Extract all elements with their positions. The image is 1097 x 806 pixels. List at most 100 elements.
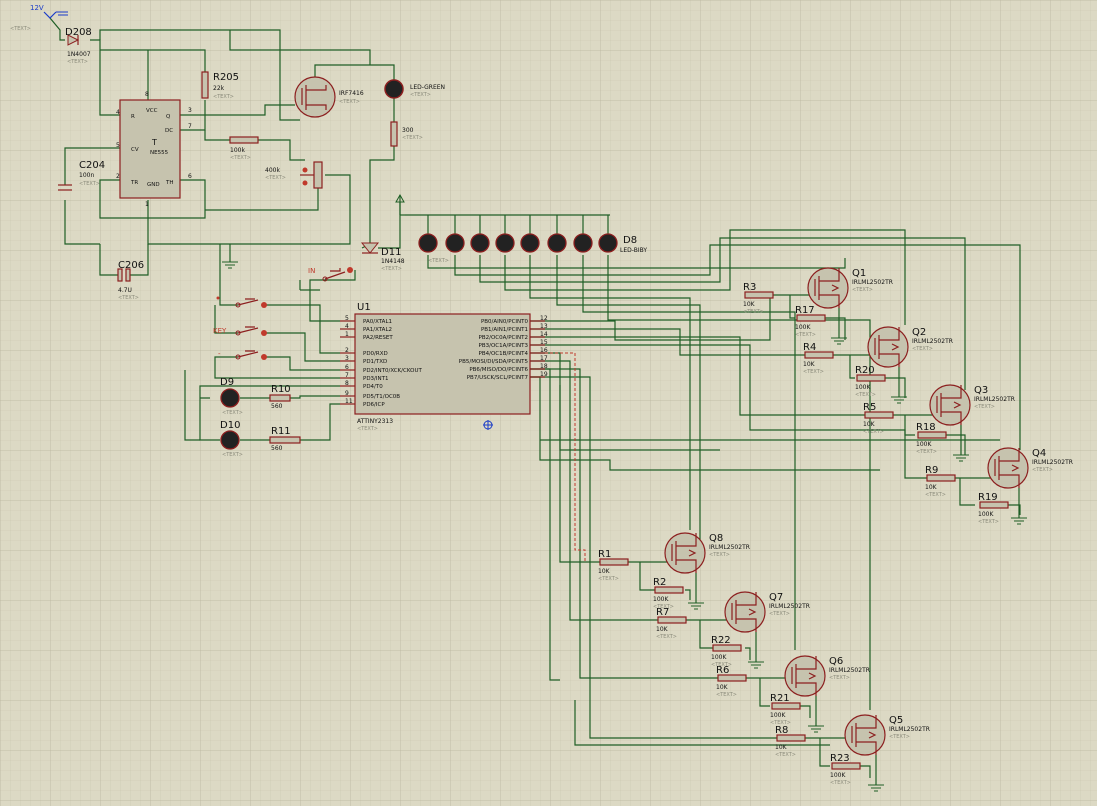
ne555-pin5-name: CV xyxy=(131,147,139,153)
switch-key-label: KEY xyxy=(213,327,227,335)
resistor-text: <TEXT> xyxy=(743,309,764,315)
mcu-right-pin-num: 12 xyxy=(540,315,548,322)
mcu-left-pin-name: PD6/ICP xyxy=(363,402,385,408)
mcu-right-pin-num: 18 xyxy=(540,363,548,370)
r11-ref: R11 xyxy=(271,426,291,437)
resistor-ref: R4 xyxy=(803,342,816,353)
ne555-pin7-num: 7 xyxy=(188,123,192,130)
resistor-value: 10K xyxy=(716,684,729,691)
fet-value: IRLML2502TR xyxy=(889,726,930,733)
ne555-pin3-num: 3 xyxy=(188,107,192,114)
fet-ref: Q3 xyxy=(974,385,988,396)
mcu-left-pin-name: PD0/RXD xyxy=(363,351,388,357)
mcu-right-pin-name: PB2/OC0A/PCINT2 xyxy=(479,335,528,341)
fet-value: IRLML2502TR xyxy=(974,396,1015,403)
ne555-pin4-num: 4 xyxy=(116,109,120,116)
mcu-left-pin-num: 5 xyxy=(345,315,349,322)
resistor-value: 100K xyxy=(711,654,727,661)
resistor-value: 100K xyxy=(770,712,786,719)
mcu-left-pin-num: 8 xyxy=(345,380,349,387)
mcu-left-pin-name: PD1/TXD xyxy=(363,359,387,365)
r300-value: 300 xyxy=(402,127,414,134)
schematic-canvas: 12V <TEXT> D208 1N4007 <TEXT> T NE555 4 … xyxy=(0,0,1097,806)
r205-text: <TEXT> xyxy=(213,94,234,100)
ne555-value: NE555 xyxy=(150,150,169,156)
resistor-ref: R7 xyxy=(656,607,669,618)
ne555-pin5-num: 5 xyxy=(116,142,120,149)
mcu-left-pin-num: 2 xyxy=(345,347,349,354)
resistor-ref: R2 xyxy=(653,577,666,588)
fet-text: <TEXT> xyxy=(829,675,850,681)
resistor-value: 10K xyxy=(775,744,788,751)
fet-text: <TEXT> xyxy=(1032,467,1053,473)
mcu-right-pin-num: 13 xyxy=(540,323,548,330)
fet-value: IRLML2502TR xyxy=(912,338,953,345)
mcu-left-pin-name: PD3/INT1 xyxy=(363,376,389,382)
fet-text: <TEXT> xyxy=(889,734,910,740)
resistor-ref: R20 xyxy=(855,365,875,376)
resistor-text: <TEXT> xyxy=(855,392,876,398)
c204-value: 100n xyxy=(79,172,94,179)
r205-value: 22k xyxy=(213,85,225,92)
resistor-text: <TEXT> xyxy=(775,752,796,758)
mcu-left-pin-name: PD2/INT0/XCK/CKOUT xyxy=(363,368,423,374)
mcu-left-pin-name: PD4/T0 xyxy=(363,384,383,390)
d9-text: <TEXT> xyxy=(222,410,243,416)
r100k-value: 100k xyxy=(230,147,245,154)
mcu-left-pin-num: 1 xyxy=(345,331,349,338)
d11-ref: D11 xyxy=(381,247,401,258)
mcu-right-pin-name: PB4/OC1B/PCINT4 xyxy=(479,351,529,357)
fet-text: <TEXT> xyxy=(852,287,873,293)
resistor-value: 100K xyxy=(653,596,669,603)
pot-text: <TEXT> xyxy=(265,175,286,181)
resistor-ref: R8 xyxy=(775,725,788,736)
resistor-text: <TEXT> xyxy=(656,634,677,640)
r300-text: <TEXT> xyxy=(402,135,423,141)
resistor-value: 10K xyxy=(863,421,876,428)
c204-ref: C204 xyxy=(79,160,105,171)
mcu-right-pin-name: PB0/AIN0/PCINT0 xyxy=(481,319,529,325)
mcu-text: <TEXT> xyxy=(357,426,378,432)
fet-ref: Q4 xyxy=(1032,448,1046,459)
resistor-text: <TEXT> xyxy=(598,576,619,582)
r10-ref: R10 xyxy=(271,384,291,395)
fet-text: <TEXT> xyxy=(769,611,790,617)
resistor-text: <TEXT> xyxy=(795,332,816,338)
resistor-text: <TEXT> xyxy=(863,429,884,435)
resistor-value: 100K xyxy=(795,324,811,331)
resistor-text: <TEXT> xyxy=(803,369,824,375)
fet-text: <TEXT> xyxy=(709,552,730,558)
resistor-value: 100K xyxy=(978,511,994,518)
resistor-ref: R1 xyxy=(598,549,611,560)
resistor-value: 10K xyxy=(743,301,756,308)
ne555-pin3-name: Q xyxy=(166,114,171,120)
fet-value: IRLML2502TR xyxy=(709,544,750,551)
d8-text: <TEXT> xyxy=(428,258,449,264)
mcu-right-pin-name: PB3/OC1A/PCINT3 xyxy=(479,343,529,349)
ne555-pin6-name: TH xyxy=(165,180,174,186)
fet-ref: Q5 xyxy=(889,715,903,726)
resistor-value: 10K xyxy=(803,361,816,368)
mcu-left-pin-num: 3 xyxy=(345,355,349,362)
resistor-value: 10K xyxy=(925,484,938,491)
led-green-text: <TEXT> xyxy=(410,92,431,98)
power-label: 12V xyxy=(30,4,44,12)
resistor-value: 10K xyxy=(598,568,611,575)
resistor-text: <TEXT> xyxy=(716,692,737,698)
mcu-left-pin-name: PA1/XTAL2 xyxy=(363,327,392,333)
mcu-left-pin-num: 7 xyxy=(345,372,349,379)
d10-text: <TEXT> xyxy=(222,452,243,458)
resistor-ref: R5 xyxy=(863,402,876,413)
mcu-right-pin-num: 16 xyxy=(540,347,548,354)
d8-ref: D8 xyxy=(623,235,637,246)
c204-text: <TEXT> xyxy=(79,181,100,187)
mcu-attiny2313[interactable]: U1 ATTINY2313 <TEXT> 5 PA0/XTAL1 4 PA1/XTAL… xyxy=(340,302,548,432)
mcu-left-pin-num: 6 xyxy=(345,364,349,371)
mcu-value: ATTINY2313 xyxy=(357,418,393,425)
led-green-value: LED-GREEN xyxy=(410,84,445,91)
resistor-value: 100K xyxy=(855,384,871,391)
resistor-text: <TEXT> xyxy=(978,519,999,525)
led-d10[interactable]: D10 <TEXT> xyxy=(220,420,243,458)
ne555-pin6-num: 6 xyxy=(188,173,192,180)
mcu-left-pin-name: PA2/RESET xyxy=(363,335,393,341)
